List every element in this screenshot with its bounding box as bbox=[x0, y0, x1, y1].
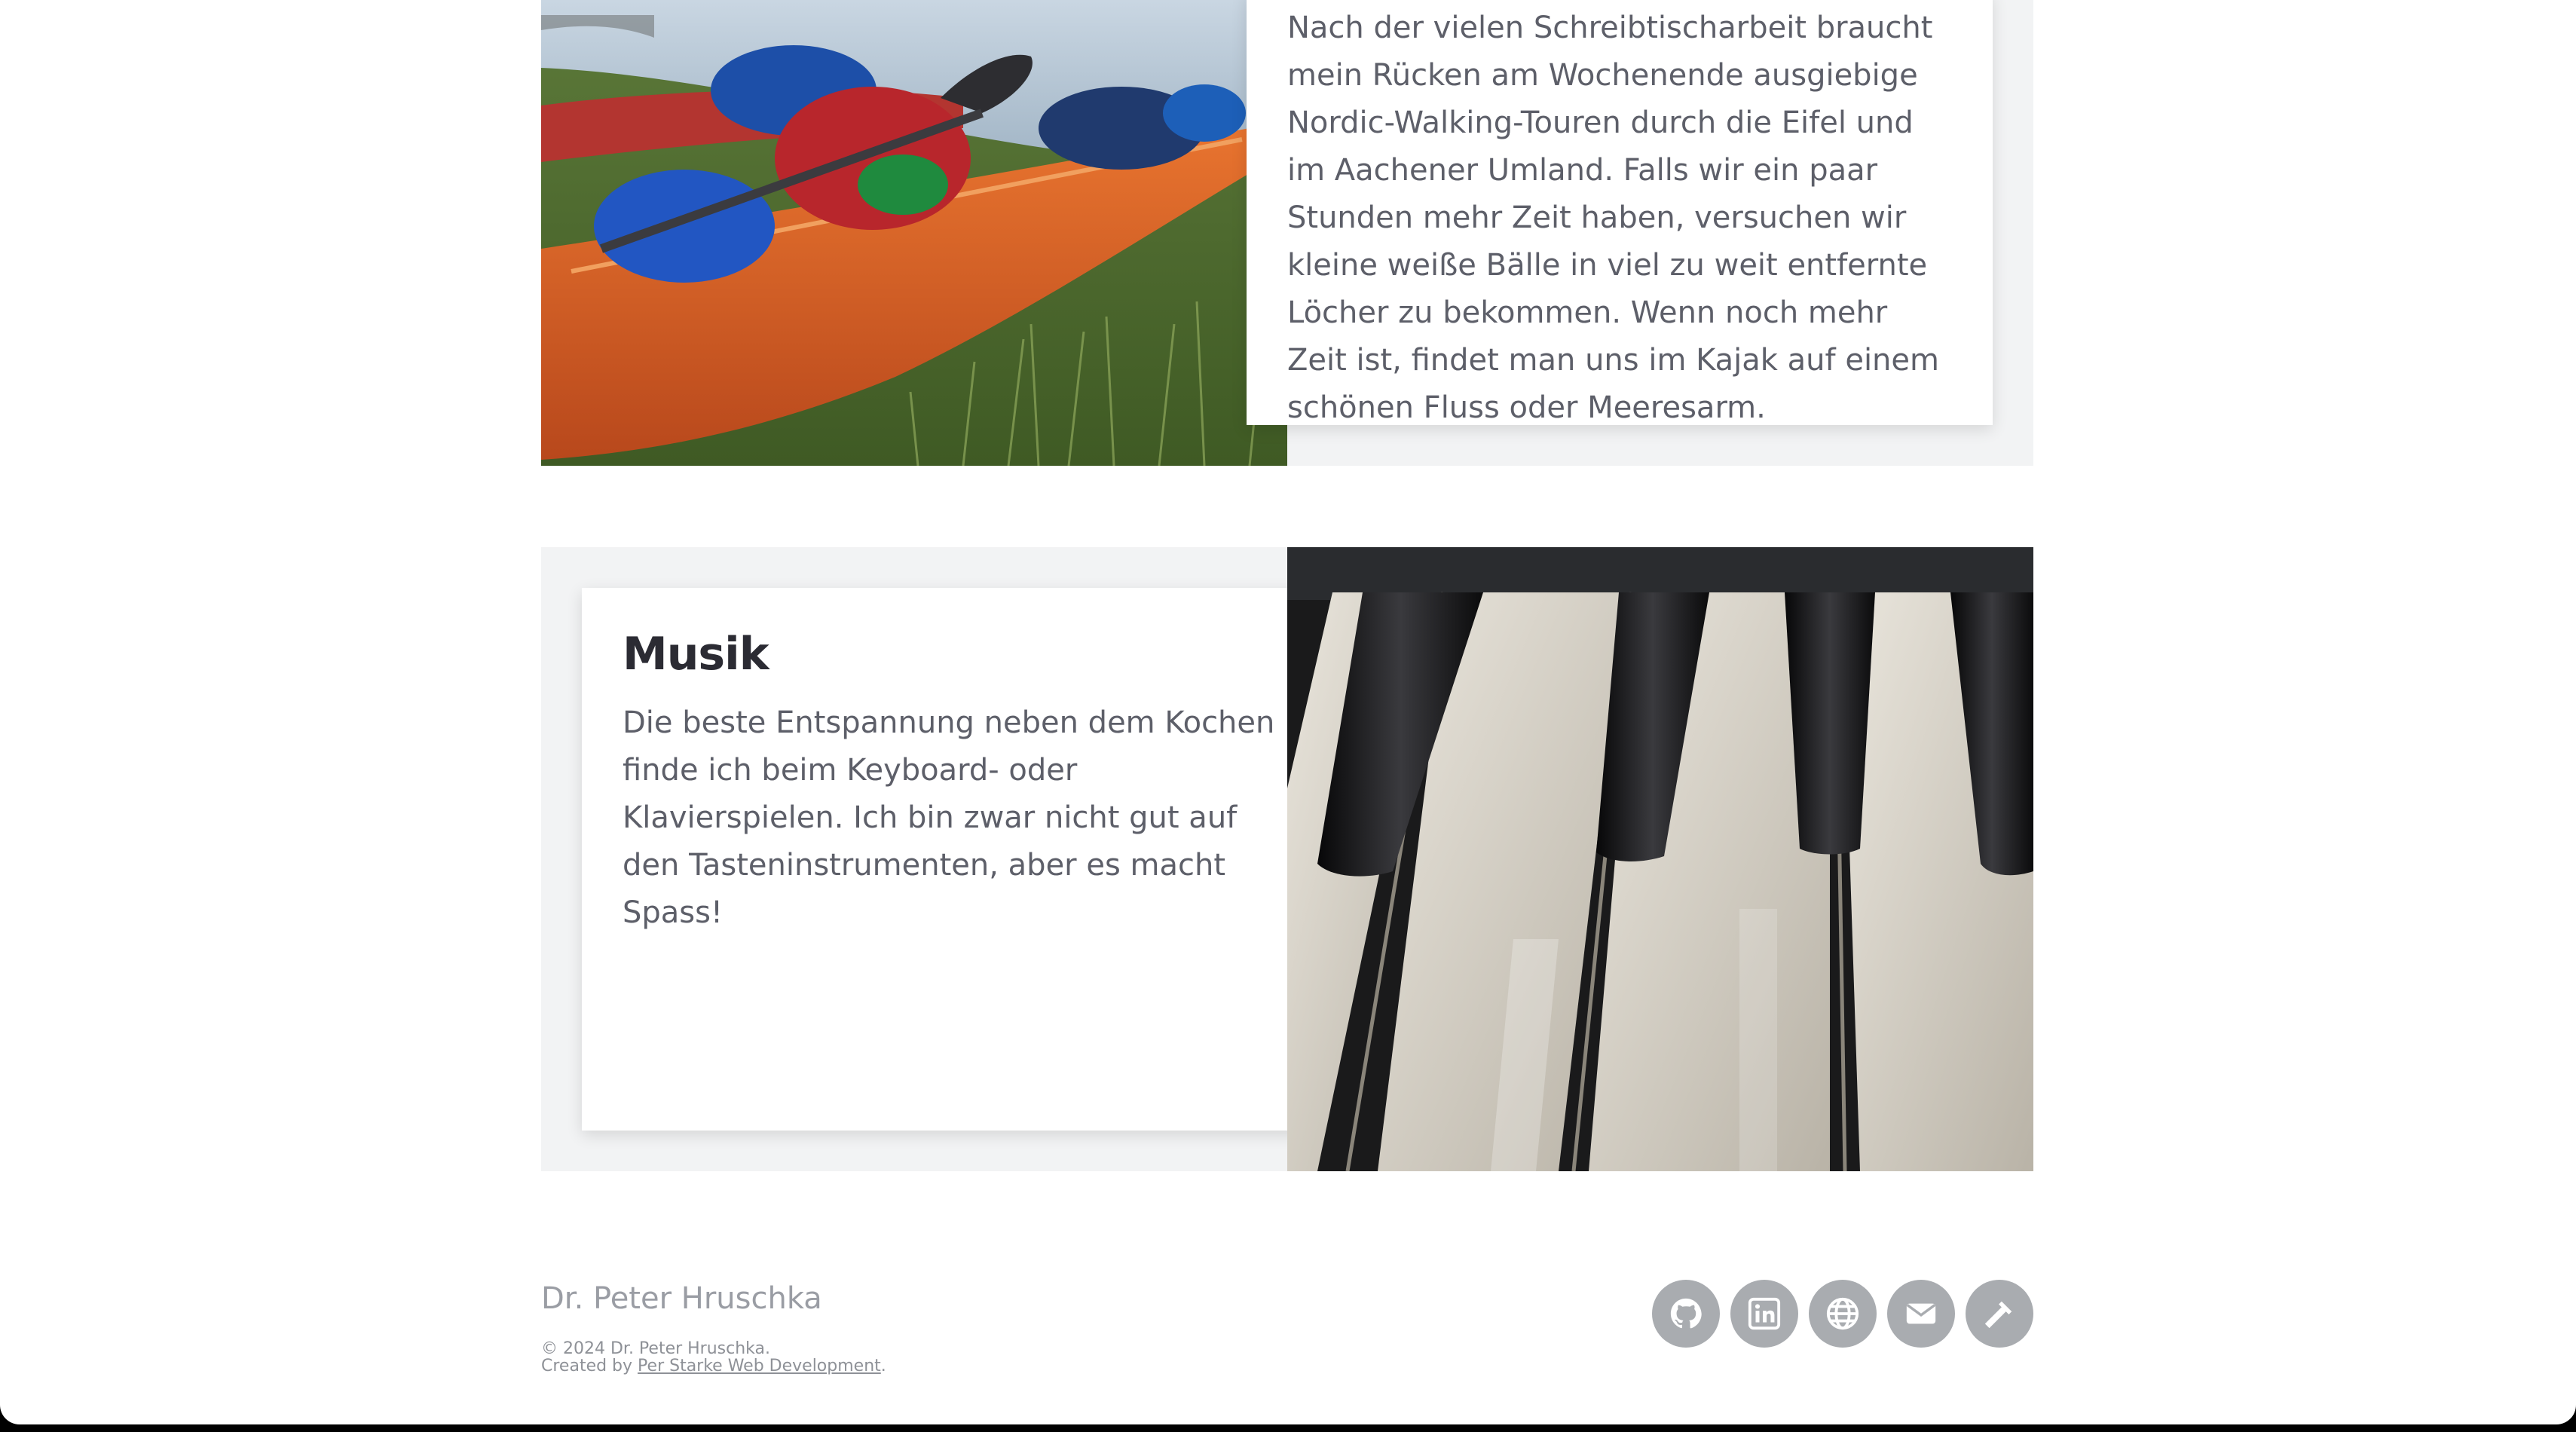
copyright-text: © 2024 Dr. Peter Hruschka. bbox=[541, 1339, 771, 1358]
envelope-icon bbox=[1906, 1303, 1936, 1324]
email-link[interactable] bbox=[1887, 1280, 1955, 1348]
footer-copyright-block: © 2024 Dr. Peter Hruschka. Created by Pe… bbox=[541, 1340, 886, 1375]
music-heading: Musik bbox=[623, 628, 769, 681]
page: Nach der vielen Schreibtischarbeit brauc… bbox=[0, 0, 2576, 1424]
created-by-line: Created by Per Starke Web Development. bbox=[541, 1357, 886, 1375]
music-card: Musik Die beste Entspannung neben dem Ko… bbox=[582, 588, 1328, 1131]
footer-name: Dr. Peter Hruschka bbox=[541, 1281, 822, 1316]
sport-card: Nach der vielen Schreibtischarbeit brauc… bbox=[1247, 0, 1993, 425]
globe-icon bbox=[1826, 1297, 1859, 1330]
social-links bbox=[1652, 1280, 2033, 1348]
created-by-link[interactable]: Per Starke Web Development bbox=[638, 1357, 881, 1375]
piano-photo bbox=[1287, 547, 2033, 1171]
sport-text: Nach der vielen Schreibtischarbeit brauc… bbox=[1287, 11, 1939, 425]
github-link[interactable] bbox=[1652, 1280, 1720, 1348]
hammer-icon bbox=[1984, 1301, 2012, 1329]
website-link[interactable] bbox=[1809, 1280, 1877, 1348]
created-by-suffix: . bbox=[880, 1357, 886, 1375]
tools-link[interactable] bbox=[1966, 1280, 2033, 1348]
github-icon bbox=[1670, 1298, 1702, 1329]
linkedin-link[interactable] bbox=[1730, 1280, 1798, 1348]
hobby-section-music: Musik Die beste Entspannung neben dem Ko… bbox=[541, 547, 2033, 1171]
kayak-photo bbox=[541, 0, 1287, 466]
linkedin-icon bbox=[1748, 1297, 1781, 1330]
music-text: Die beste Entspannung neben dem Kochen f… bbox=[623, 705, 1275, 930]
hobby-section-sport: Nach der vielen Schreibtischarbeit brauc… bbox=[541, 0, 2033, 466]
created-by-prefix: Created by bbox=[541, 1357, 638, 1375]
